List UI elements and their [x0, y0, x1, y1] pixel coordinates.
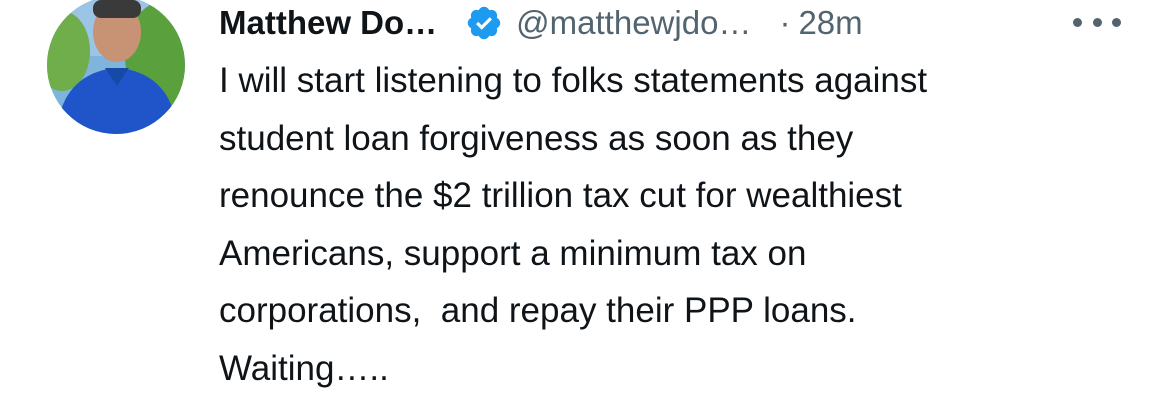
tweet-text-line: renounce the $2 trillion tax cut for wea…	[219, 176, 902, 215]
verified-badge-icon	[465, 4, 503, 42]
tweet-text-line: student loan forgiveness as soon as they	[219, 118, 854, 158]
author-name[interactable]: Matthew Do…	[219, 4, 437, 42]
tweet-text: I will start listening to folks statemen…	[219, 52, 1119, 397]
more-dot	[1112, 17, 1121, 27]
tweet-timestamp[interactable]: 28m	[798, 4, 862, 42]
more-dot	[1092, 17, 1102, 27]
separator-dot: ·	[779, 4, 791, 41]
tweet-text-line: corporations, and repay their PPP loans.	[219, 291, 857, 330]
author-handle[interactable]: @matthewjdo…	[516, 4, 751, 42]
tweet-header: Matthew Do… @matthewjdo… · 28m	[219, 0, 1119, 46]
avatar-image	[47, 0, 185, 134]
more-dot	[1073, 17, 1082, 27]
more-horizontal-icon[interactable]	[1073, 8, 1121, 36]
tweet[interactable]: Matthew Do… @matthewjdo… · 28m I will st…	[0, 0, 1169, 406]
tweet-text-line: Americans, support a minimum tax on	[219, 233, 807, 273]
tweet-text-line: I will start listening to folks statemen…	[219, 61, 928, 100]
avatar[interactable]	[47, 0, 185, 134]
tweet-text-line: Waiting…..	[219, 348, 389, 388]
